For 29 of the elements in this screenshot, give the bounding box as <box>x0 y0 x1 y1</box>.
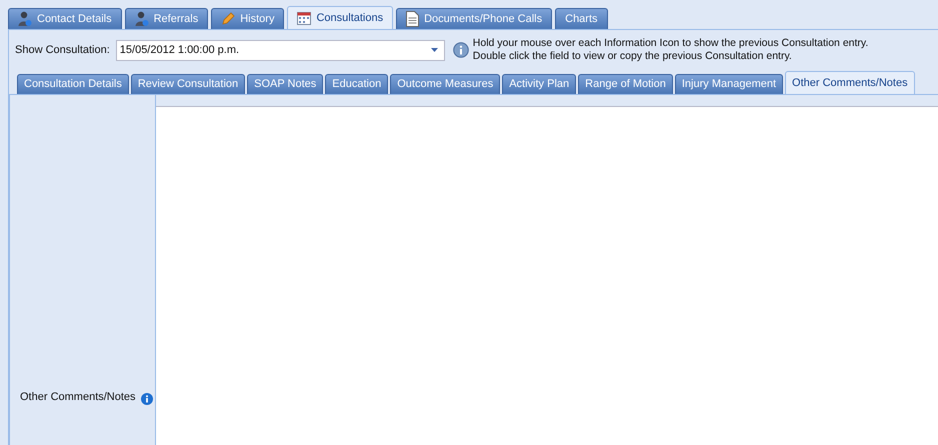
main-tab[interactable]: Contact Details <box>8 8 122 29</box>
sub-tab[interactable]: Other Comments/Notes <box>785 71 915 94</box>
person-icon <box>18 11 32 27</box>
sub-tab[interactable]: Consultation Details <box>17 74 129 94</box>
sub-tab[interactable]: Range of Motion <box>578 74 673 94</box>
main-tab[interactable]: Referrals <box>124 8 208 29</box>
pencil-icon <box>221 12 236 26</box>
main-tab[interactable]: Charts <box>555 8 608 29</box>
field-label: Other Comments/Notes <box>20 390 136 404</box>
person-icon <box>134 11 149 27</box>
sub-tab[interactable]: Education <box>325 74 388 94</box>
main-tab[interactable]: Documents/Phone Calls <box>396 8 552 29</box>
info-icon[interactable] <box>140 393 153 405</box>
info-text: Hold your mouse over each Information Icon to show the previous Consultation entry. <box>472 37 868 50</box>
sub-tab[interactable]: Outcome Measures <box>390 74 500 94</box>
sub-tab[interactable]: Injury Management <box>674 74 784 94</box>
calendar-icon <box>297 11 312 25</box>
sub-tab[interactable]: SOAP Notes <box>247 74 324 94</box>
dropdown-arrow-icon <box>430 48 438 52</box>
field-label: Show Consultation: <box>15 42 110 58</box>
sub-tab[interactable]: Review Consultation <box>130 74 246 94</box>
document-icon <box>406 11 420 27</box>
main-tab[interactable]: Consultations <box>287 6 394 29</box>
consultation-dropdown[interactable]: 15/05/2012 1:00:00 p.m. <box>116 40 445 60</box>
info-text: Double click the field to view or copy the previous Consultation entry. <box>472 50 793 63</box>
main-tab[interactable]: History <box>211 8 284 29</box>
dropdown-value: 15/05/2012 1:00:00 p.m. <box>120 42 240 58</box>
info-icon <box>452 42 469 58</box>
sub-tab[interactable]: Activity Plan <box>502 74 576 94</box>
